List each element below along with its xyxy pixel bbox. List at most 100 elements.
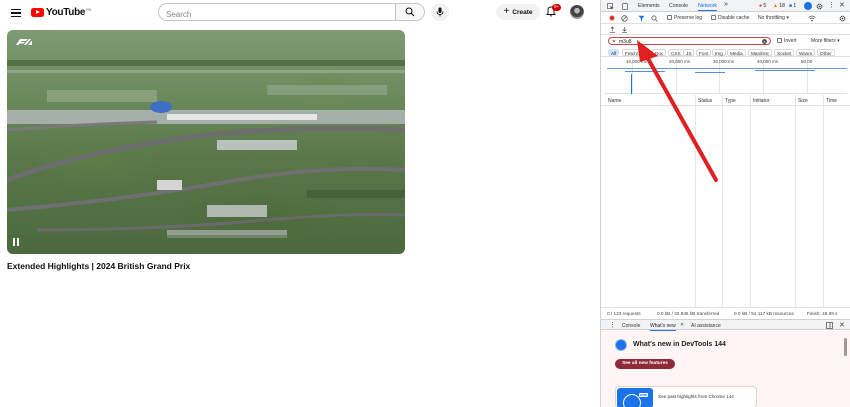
close-devtools-icon[interactable]: ✕ xyxy=(839,1,845,9)
youtube-logo[interactable]: YouTube PK xyxy=(31,7,92,18)
column-divider xyxy=(750,95,751,307)
info-count[interactable]: ■ 1 xyxy=(789,3,796,9)
devtools-panel: Elements Console Network » ● 5 ▲ 18 ■ 1 … xyxy=(600,0,850,407)
search-box[interactable] xyxy=(158,3,395,23)
drawer-tab-ai-assistance[interactable]: AI assistance xyxy=(691,323,721,329)
info-count-value: 1 xyxy=(793,3,797,9)
type-socket[interactable]: Socket xyxy=(774,48,795,56)
timeline-bar xyxy=(607,68,847,69)
tab-elements[interactable]: Elements xyxy=(638,3,660,9)
network-overview-timeline[interactable]: 10,000 ms 20,000 ms 30,000 ms 40,000 ms … xyxy=(605,58,847,94)
column-divider xyxy=(695,95,696,307)
filter-funnel-icon: ⏷ xyxy=(612,39,617,45)
device-toggle-icon[interactable] xyxy=(622,3,628,10)
transferred-size: 0.0 kB / 32,845 kB transferred xyxy=(657,310,720,316)
warning-count-value: 18 xyxy=(779,3,785,9)
network-filter-input[interactable]: ⏷ m3u8 × xyxy=(608,37,771,45)
inspect-element-icon[interactable] xyxy=(607,3,614,10)
video-title[interactable]: Extended Highlights | 2024 British Grand… xyxy=(7,261,190,271)
video-player[interactable] xyxy=(7,30,405,254)
throttling-select[interactable]: No throttling ▾ xyxy=(758,15,789,21)
voice-search-button[interactable] xyxy=(431,3,449,21)
close-tab-icon[interactable]: ✕ xyxy=(680,322,684,328)
network-settings-icon[interactable] xyxy=(839,15,846,22)
export-har-icon[interactable] xyxy=(621,26,628,33)
disable-cache-checkbox[interactable]: Disable cache xyxy=(711,15,749,21)
logo-text: YouTube xyxy=(46,7,86,18)
timeline-label: 30,000 ms xyxy=(713,59,735,64)
drawer-tab-whats-new[interactable]: What's new xyxy=(650,323,676,331)
requests-count: 0 / 123 requests xyxy=(607,310,641,316)
network-summary-bar: 0 / 123 requests 0.0 kB / 32,845 kB tran… xyxy=(601,307,850,317)
drawer-tab-console[interactable]: Console xyxy=(622,323,640,329)
close-drawer-icon[interactable]: ✕ xyxy=(839,321,845,329)
column-status[interactable]: Status xyxy=(698,98,712,104)
preserve-log-checkbox[interactable]: Preserve log xyxy=(667,15,702,21)
more-filters-dropdown[interactable]: More filters ▾ xyxy=(811,38,840,44)
network-toolbar: Preserve log Disable cache No throttling… xyxy=(601,12,850,24)
settings-gear-icon[interactable] xyxy=(816,3,823,10)
record-icon[interactable] xyxy=(609,15,615,21)
throttling-value: No throttling xyxy=(758,15,785,21)
type-img[interactable]: Img xyxy=(712,48,726,56)
tab-console[interactable]: Console xyxy=(669,3,688,9)
create-button[interactable]: + Create xyxy=(496,4,540,20)
type-doc[interactable]: Doc xyxy=(652,48,667,56)
dock-drawer-icon[interactable] xyxy=(826,322,833,329)
error-icon: ● xyxy=(759,3,763,9)
network-conditions-icon[interactable] xyxy=(808,15,816,22)
import-har-icon[interactable] xyxy=(609,26,616,33)
timeline-label: 40,000 ms xyxy=(757,59,779,64)
ai-assistant-icon[interactable] xyxy=(804,2,812,10)
logo-country: PK xyxy=(86,7,92,12)
type-css[interactable]: CSS xyxy=(668,48,684,56)
column-time[interactable]: Time xyxy=(826,98,837,104)
resource-type-filter: All Fetch/XHR Doc CSS JS Font Img Media … xyxy=(601,47,850,57)
search-network-icon[interactable] xyxy=(651,15,658,22)
tab-network[interactable]: Network xyxy=(698,3,718,11)
drawer-tab-bar: ⋮ Console What's new ✕ AI assistance ✕ xyxy=(601,319,850,331)
error-count[interactable]: ● 5 xyxy=(759,3,766,9)
drawer-menu-icon[interactable]: ⋮ xyxy=(609,321,616,329)
checkbox xyxy=(667,15,672,20)
filter-icon[interactable] xyxy=(638,15,645,22)
microphone-icon xyxy=(436,7,444,17)
youtube-header: YouTube PK + Create xyxy=(0,0,600,26)
more-tabs-icon[interactable]: » xyxy=(724,1,728,8)
kebab-menu-icon[interactable]: ⋮ xyxy=(828,1,835,9)
search-button[interactable] xyxy=(395,3,425,21)
type-all[interactable]: All xyxy=(608,48,620,56)
clear-filter-icon[interactable]: × xyxy=(762,39,767,44)
plus-icon: + xyxy=(503,6,510,17)
highlights-card[interactable]: new See past highlights from Chrome 144 xyxy=(615,386,757,407)
search-icon xyxy=(405,7,415,17)
pause-icon[interactable] xyxy=(12,237,20,247)
invert-checkbox[interactable]: Invert xyxy=(777,37,797,44)
column-initiator[interactable]: Initiator xyxy=(753,98,769,104)
type-media[interactable]: Media xyxy=(727,48,746,56)
resources-size: 0.0 kB / 51,117 kB resources xyxy=(734,310,794,316)
type-other[interactable]: Other xyxy=(817,48,835,56)
drawer-scrollbar[interactable] xyxy=(844,338,847,356)
timeline-dom-marker xyxy=(631,74,632,94)
type-font[interactable]: Font xyxy=(696,48,712,56)
timeline-bar xyxy=(755,70,815,71)
warning-icon: ▲ xyxy=(773,3,778,9)
warning-count[interactable]: ▲ 18 xyxy=(773,3,785,9)
clear-icon[interactable] xyxy=(621,15,628,22)
type-fetch-xhr[interactable]: Fetch/XHR xyxy=(622,48,651,56)
column-name[interactable]: Name xyxy=(608,98,621,104)
timeline-bar xyxy=(625,71,665,72)
menu-icon[interactable] xyxy=(11,9,21,18)
whats-new-title: What's new in DevTools 144 xyxy=(633,341,726,348)
type-wasm[interactable]: Wasm xyxy=(796,48,816,56)
type-js[interactable]: JS xyxy=(683,48,695,56)
devtools-tab-bar: Elements Console Network » ● 5 ▲ 18 ■ 1 … xyxy=(601,0,850,12)
column-size[interactable]: Size xyxy=(798,98,808,104)
type-manifest[interactable]: Manifest xyxy=(748,48,772,56)
account-avatar[interactable] xyxy=(570,5,584,19)
search-input[interactable] xyxy=(159,6,395,23)
network-toolbar-secondary xyxy=(601,24,850,35)
column-type[interactable]: Type xyxy=(725,98,736,104)
see-all-features-button[interactable]: See all new features xyxy=(615,359,675,369)
